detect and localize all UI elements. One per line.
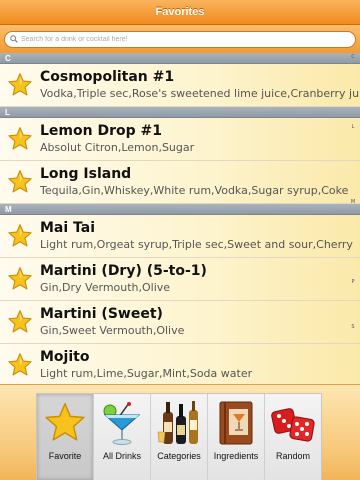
favorite-star-icon[interactable] (0, 161, 40, 204)
index-letter[interactable]: C (351, 55, 355, 60)
drink-ingredients: Light rum,Orgeat syrup,Triple sec,Sweet … (40, 238, 353, 251)
dice-icon (267, 398, 319, 448)
drink-text: Cosmopolitan #1 Vodka,Triple sec,Rose's … (40, 69, 360, 101)
favorite-star-icon[interactable] (0, 344, 40, 387)
drink-row[interactable]: Mai Tai Light rum,Orgeat syrup,Triple se… (0, 215, 360, 258)
tab-categories[interactable]: Categories (151, 394, 208, 480)
star-icon (39, 398, 91, 448)
tab-group: Favorite All Drinks Categories Ingredien… (36, 393, 322, 480)
drink-name: Lemon Drop #1 (40, 123, 162, 139)
tab-ingredients[interactable]: Ingredients (208, 394, 265, 480)
search-bar (0, 25, 360, 53)
drink-ingredients: Gin,Sweet Vermouth,Olive (40, 324, 185, 337)
tab-bar: Favorite All Drinks Categories Ingredien… (0, 384, 360, 480)
tab-label: All Drinks (102, 451, 141, 461)
recipe-book-icon (210, 398, 262, 448)
tab-random[interactable]: Random (265, 394, 321, 480)
tab-label: Random (275, 451, 311, 461)
tab-favorite[interactable]: Favorite (37, 394, 94, 480)
drink-text: Mai Tai Light rum,Orgeat syrup,Triple se… (40, 220, 360, 252)
index-letter[interactable]: M (351, 200, 355, 205)
section-header: M (0, 204, 360, 215)
search-field[interactable] (4, 30, 356, 48)
page-title: Favorites (155, 6, 205, 18)
drink-text: Lemon Drop #1 Absolut Citron,Lemon,Sugar (40, 123, 360, 155)
drink-name: Mai Tai (40, 220, 96, 236)
drink-name: Mojito (40, 349, 90, 365)
drink-text: Mojito Light rum,Lime,Sugar,Mint,Soda wa… (40, 349, 360, 381)
bottles-icon (153, 398, 205, 448)
drink-text: Martini (Dry) (5-to-1) Gin,Dry Vermouth,… (40, 263, 360, 295)
favorite-star-icon[interactable] (0, 215, 40, 258)
drink-list[interactable]: C Cosmopolitan #1 Vodka,Triple sec,Rose'… (0, 53, 360, 395)
drink-row[interactable]: Mojito Light rum,Lime,Sugar,Mint,Soda wa… (0, 344, 360, 387)
drink-name: Martini (Sweet) (40, 306, 163, 322)
index-letter[interactable]: P (351, 280, 354, 285)
drink-name: Long Island (40, 166, 132, 182)
drink-name: Cosmopolitan #1 (40, 69, 175, 85)
tab-label: Ingredients (213, 451, 259, 461)
drink-row[interactable]: Martini (Dry) (5-to-1) Gin,Dry Vermouth,… (0, 258, 360, 301)
drink-ingredients: Absolut Citron,Lemon,Sugar (40, 141, 195, 154)
drink-text: Long Island Tequila,Gin,Whiskey,White ru… (40, 166, 360, 198)
drink-row[interactable]: Cosmopolitan #1 Vodka,Triple sec,Rose's … (0, 64, 360, 107)
drink-name: Martini (Dry) (5-to-1) (40, 263, 207, 279)
tab-label: Favorite (48, 451, 82, 461)
section-header: C (0, 53, 360, 64)
index-letter[interactable]: L (352, 125, 355, 130)
search-input[interactable] (21, 35, 341, 43)
drink-ingredients: Gin,Dry Vermouth,Olive (40, 281, 171, 294)
favorite-star-icon[interactable] (0, 301, 40, 344)
favorite-star-icon[interactable] (0, 118, 40, 161)
index-letter[interactable]: S (351, 325, 354, 330)
drink-row[interactable]: Lemon Drop #1 Absolut Citron,Lemon,Sugar (0, 118, 360, 161)
tab-label: Categories (157, 451, 201, 461)
favorite-star-icon[interactable] (0, 64, 40, 107)
drink-ingredients: Vodka,Triple sec,Rose's sweetened lime j… (40, 87, 360, 100)
navigation-bar: Favorites (0, 0, 360, 25)
drink-row[interactable]: Martini (Sweet) Gin,Sweet Vermouth,Olive (0, 301, 360, 344)
drink-text: Martini (Sweet) Gin,Sweet Vermouth,Olive (40, 306, 360, 338)
section-index[interactable]: C L M P S (346, 55, 360, 395)
tab-all-drinks[interactable]: All Drinks (94, 394, 151, 480)
drink-ingredients: Tequila,Gin,Whiskey,White rum,Vodka,Suga… (40, 184, 349, 197)
cocktail-glass-icon (96, 398, 148, 448)
section-header: L (0, 107, 360, 118)
search-icon (10, 35, 18, 43)
favorite-star-icon[interactable] (0, 258, 40, 301)
drink-ingredients: Light rum,Lime,Sugar,Mint,Soda water (40, 367, 253, 380)
drink-row[interactable]: Long Island Tequila,Gin,Whiskey,White ru… (0, 161, 360, 204)
